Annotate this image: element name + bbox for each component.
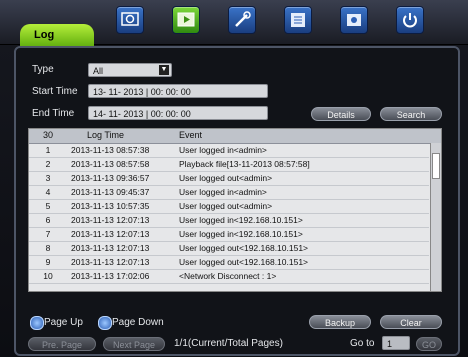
header-count: 30 [42,130,53,140]
row-log-time: 2013-11-13 12:07:13 [71,257,150,267]
tools-icon[interactable] [228,6,256,34]
row-event: User logged out<admin> [179,173,273,183]
table-row[interactable]: 3 2013-11-13 09:36:57 User logged out<admi… [29,172,429,186]
clear-button[interactable]: Clear [380,315,442,329]
table-row[interactable]: 9 2013-11-13 12:07:13 User logged out<192.… [29,256,429,270]
row-event: User logged in<192.168.10.151> [179,229,303,239]
row-number: 8 [45,243,51,253]
end-time-field[interactable]: 14- 11- 2013 | 00: 00: 00 [88,106,268,120]
go-button[interactable]: GO [416,337,442,351]
row-log-time: 2013-11-13 10:57:35 [71,201,150,211]
page-up-icon[interactable] [30,316,44,330]
row-number: 7 [45,229,51,239]
page-info: 1/1(Current/Total Pages) [174,338,283,349]
row-log-time: 2013-11-13 12:07:13 [71,229,150,239]
backup-button[interactable]: Backup [309,315,371,329]
search-button[interactable]: Search [380,107,442,121]
type-label: Type [32,64,54,75]
scrollbar-thumb[interactable] [432,153,440,179]
table-row[interactable]: 7 2013-11-13 12:07:13 User logged in<192.1… [29,228,429,242]
row-number: 2 [45,159,51,169]
row-log-time: 2013-11-13 09:45:37 [71,187,150,197]
table-scrollbar[interactable] [430,143,441,291]
log-table: 30 Log Time Event 1 2013-11-13 08:57:38 Us… [28,128,442,292]
row-event: <Network Disconnect : 1> [179,271,277,281]
settings-icon[interactable] [284,6,312,34]
row-event: User logged in<192.168.10.151> [179,215,303,225]
details-button[interactable]: Details [311,107,371,121]
row-number: 9 [45,257,51,267]
table-row[interactable]: 6 2013-11-13 12:07:13 User logged in<192.1… [29,214,429,228]
tab-log[interactable]: Log [20,24,94,46]
row-log-time: 2013-11-13 08:57:38 [71,145,150,155]
table-row[interactable]: 8 2013-11-13 12:07:13 User logged out<192.… [29,242,429,256]
row-event: User logged out<192.168.10.151> [179,243,309,253]
row-log-time: 2013-11-13 17:02:06 [71,271,150,281]
table-header: 30 Log Time Event [29,129,441,144]
page-down-icon[interactable] [98,316,112,330]
table-row[interactable]: 10 2013-11-13 17:02:06 <Network Disconnect… [29,270,429,284]
table-row[interactable]: 2 2013-11-13 08:57:58 Playback file[13-11-… [29,158,429,172]
row-log-time: 2013-11-13 12:07:13 [71,243,150,253]
row-log-time: 2013-11-13 09:36:57 [71,173,150,183]
backup-icon[interactable] [340,6,368,34]
row-number: 4 [45,187,51,197]
page-up-label[interactable]: Page Up [44,317,83,328]
table-row[interactable]: 1 2013-11-13 08:57:38 User logged in<admin… [29,144,429,158]
row-log-time: 2013-11-13 12:07:13 [71,215,150,225]
page-down-label[interactable]: Page Down [112,317,164,328]
power-icon[interactable] [396,6,424,34]
row-event: User logged out<192.168.10.151> [179,257,309,267]
top-toolbar: Log [0,0,468,46]
row-event: Playback file[13-11-2013 08:57:58] [179,159,310,169]
start-time-field[interactable]: 13- 11- 2013 | 00: 00: 00 [88,84,268,98]
row-event: User logged out<admin> [179,201,273,211]
playback-icon[interactable] [172,6,200,34]
row-log-time: 2013-11-13 08:57:58 [71,159,150,169]
end-time-label: End Time [32,108,75,119]
chevron-down-icon: ▼ [159,65,169,75]
header-event: Event [179,130,203,140]
row-number: 6 [45,215,51,225]
search-icon[interactable] [116,6,144,34]
type-select-value: All [93,66,104,76]
start-time-label: Start Time [32,86,78,97]
row-number: 5 [45,201,51,211]
header-log-time: Log Time [87,130,125,140]
row-event: User logged in<admin> [179,145,267,155]
goto-label: Go to [350,338,375,349]
goto-page-input[interactable]: 1 [382,336,410,350]
type-select[interactable]: All ▼ [88,63,172,77]
table-row[interactable]: 4 2013-11-13 09:45:37 User logged in<admin… [29,186,429,200]
next-page-button[interactable]: Next Page [103,337,165,351]
table-row[interactable]: 5 2013-11-13 10:57:35 User logged out<admi… [29,200,429,214]
row-number: 3 [45,173,51,183]
log-window: Log Type All ▼ Start Time 13- 11- 2013 |… [0,0,468,357]
row-number: 10 [43,271,53,281]
pre-page-button[interactable]: Pre. Page [28,337,96,351]
row-number: 1 [45,145,51,155]
row-event: User logged in<admin> [179,187,267,197]
